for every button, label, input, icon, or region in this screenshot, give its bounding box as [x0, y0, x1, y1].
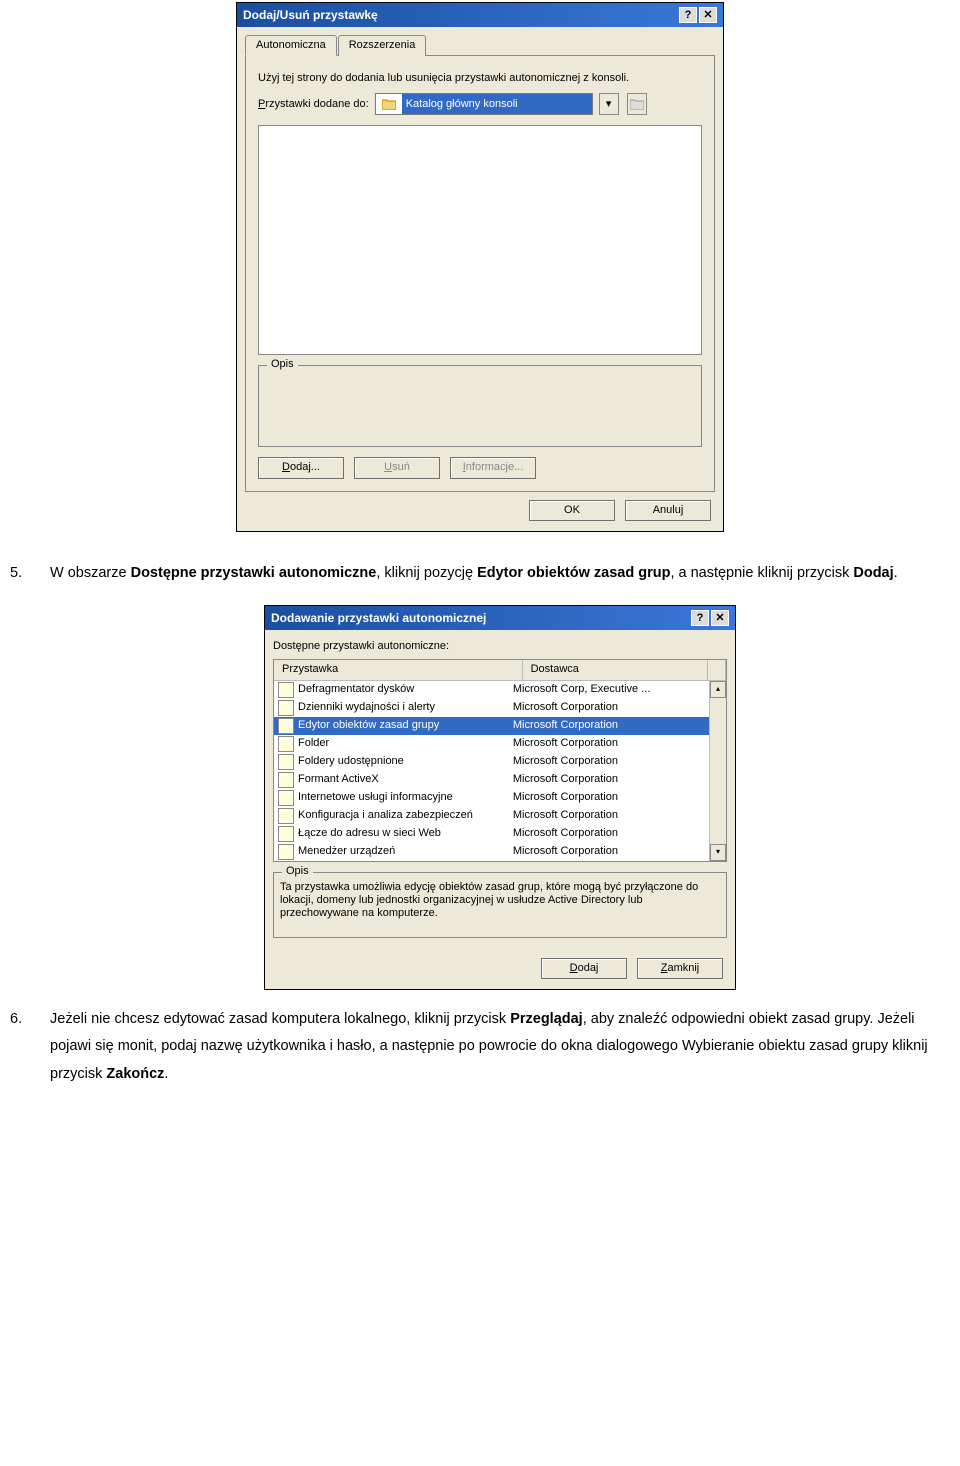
add-snapin-button[interactable]: Dodaj [541, 958, 627, 979]
dialog2-title: Dodawanie przystawki autonomicznej [271, 611, 486, 625]
snapin-row[interactable]: Konfiguracja i analiza zabezpieczeńMicro… [274, 807, 709, 825]
available-snapins-label: Dostępne przystawki autonomiczne: [273, 640, 727, 653]
dialog2-titlebar: Dodawanie przystawki autonomicznej ? ✕ [265, 606, 735, 630]
snapin-row-vendor: Microsoft Corporation [513, 737, 705, 750]
snapin-row[interactable]: FolderMicrosoft Corporation [274, 735, 709, 753]
dialog1-title: Dodaj/Usuń przystawkę [243, 8, 378, 22]
add-button[interactable]: Dodaj... [258, 457, 344, 478]
snapin-row-vendor: Microsoft Corporation [513, 827, 705, 840]
scroll-down-icon[interactable]: ▾ [710, 844, 726, 861]
add-standalone-snapin-dialog: Dodawanie przystawki autonomicznej ? ✕ D… [264, 605, 736, 990]
snapin-row-vendor: Microsoft Corporation [513, 701, 705, 714]
snapin-row-vendor: Microsoft Corporation [513, 755, 705, 768]
snapin-item-icon [278, 718, 294, 734]
snapin-row-vendor: Microsoft Corporation [513, 791, 705, 804]
add-remove-snapin-dialog: Dodaj/Usuń przystawkę ? ✕ Autonomiczna R… [236, 2, 724, 532]
snapin-row-vendor: Microsoft Corporation [513, 773, 705, 786]
combobox-dropdown-button[interactable]: ▾ [599, 93, 619, 115]
col-header-name[interactable]: Przystawka [274, 660, 523, 679]
doc-step-5: 5. W obszarze Dostępne przystawki autono… [0, 554, 960, 606]
snapin-row[interactable]: Foldery udostępnioneMicrosoft Corporatio… [274, 753, 709, 771]
dialog1-intro: Użyj tej strony do dodania lub usunięcia… [258, 72, 702, 85]
available-snapins-table: Przystawka Dostawca Defragmentator dyskó… [273, 659, 727, 861]
tab-extensions[interactable]: Rozszerzenia [338, 35, 427, 56]
folder-browse-button[interactable] [627, 93, 647, 115]
chevron-down-icon: ▾ [606, 98, 612, 111]
snapins-added-to-label: Przystawki dodane do: [258, 98, 369, 111]
snapin-row[interactable]: Łącze do adresu w sieci WebMicrosoft Cor… [274, 825, 709, 843]
snapin-row-vendor: Microsoft Corporation [513, 809, 705, 822]
snapin-item-icon [278, 844, 294, 860]
added-snapins-listbox[interactable] [258, 125, 702, 355]
snapin-item-icon [278, 682, 294, 698]
help-icon[interactable]: ? [679, 7, 697, 23]
dialog1-desc-text [265, 370, 695, 440]
doc6-paragraph: Jeżeli nie chcesz edytować zasad kompute… [50, 1006, 950, 1089]
snapin-row-vendor: Microsoft Corporation [513, 845, 705, 858]
snapin-row[interactable]: Edytor obiektów zasad grupyMicrosoft Cor… [274, 717, 709, 735]
snapins-added-to-combobox[interactable]: Katalog główny konsoli [375, 93, 593, 115]
snapin-item-icon [278, 826, 294, 842]
dialog2-description-group: Opis Ta przystawka umożliwia edycję obie… [273, 872, 727, 938]
folder-icon [380, 95, 398, 113]
cancel-button[interactable]: Anuluj [625, 500, 711, 521]
doc-step-6: 6. Jeżeli nie chcesz edytować zasad komp… [0, 1000, 960, 1107]
snapin-row-name: Menedżer urządzeń [278, 844, 513, 860]
snapin-row-name: Konfiguracja i analiza zabezpieczeń [278, 808, 513, 824]
snapin-rows-container: Defragmentator dyskówMicrosoft Corp, Exe… [274, 681, 709, 861]
snapin-item-icon [278, 754, 294, 770]
snapin-row[interactable]: Menedżer urządzeńMicrosoft Corporation [274, 843, 709, 861]
snapin-item-icon [278, 736, 294, 752]
ok-button[interactable]: OK [529, 500, 615, 521]
remove-button[interactable]: Usuń [354, 457, 440, 478]
doc5-paragraph: W obszarze Dostępne przystawki autonomic… [50, 560, 950, 588]
col-header-vendor[interactable]: Dostawca [523, 660, 708, 679]
close-icon[interactable]: ✕ [711, 610, 729, 626]
snapin-row[interactable]: Formant ActiveXMicrosoft Corporation [274, 771, 709, 789]
snapin-row-name: Foldery udostępnione [278, 754, 513, 770]
snapin-row-name: Formant ActiveX [278, 772, 513, 788]
snapin-row-name: Folder [278, 736, 513, 752]
snapins-added-to-value: Katalog główny konsoli [402, 94, 592, 114]
dialog1-desc-group-title: Opis [267, 358, 298, 371]
snapin-row[interactable]: Defragmentator dyskówMicrosoft Corp, Exe… [274, 681, 709, 699]
snapin-row-name: Dzienniki wydajności i alerty [278, 700, 513, 716]
snapin-item-icon [278, 790, 294, 806]
doc6-number: 6. [10, 1006, 50, 1089]
snapin-item-icon [278, 772, 294, 788]
snapin-row-name: Łącze do adresu w sieci Web [278, 826, 513, 842]
snapin-item-icon [278, 808, 294, 824]
snapin-row-name: Edytor obiektów zasad grupy [278, 718, 513, 734]
snapin-row-name: Internetowe usługi informacyjne [278, 790, 513, 806]
snapin-row-vendor: Microsoft Corp, Executive ... [513, 683, 705, 696]
close-button[interactable]: Zamknij [637, 958, 723, 979]
info-button[interactable]: Informacje... [450, 457, 536, 478]
snapin-item-icon [278, 700, 294, 716]
help-icon[interactable]: ? [691, 610, 709, 626]
snapin-row-vendor: Microsoft Corporation [513, 719, 705, 732]
close-icon[interactable]: ✕ [699, 7, 717, 23]
doc5-number: 5. [10, 560, 50, 588]
vertical-scrollbar[interactable]: ▴ ▾ [709, 681, 726, 861]
snapin-row[interactable]: Dzienniki wydajności i alertyMicrosoft C… [274, 699, 709, 717]
snapin-row-name: Defragmentator dysków [278, 682, 513, 698]
tab-autonomous[interactable]: Autonomiczna [245, 35, 337, 56]
dialog1-description-group: Opis [258, 365, 702, 447]
snapin-row[interactable]: Internetowe usługi informacyjneMicrosoft… [274, 789, 709, 807]
dialog2-desc-text: Ta przystawka umożliwia edycję obiektów … [280, 877, 720, 931]
scroll-up-icon[interactable]: ▴ [710, 681, 726, 698]
dialog1-titlebar: Dodaj/Usuń przystawkę ? ✕ [237, 3, 723, 27]
dialog2-desc-group-title: Opis [282, 865, 313, 878]
